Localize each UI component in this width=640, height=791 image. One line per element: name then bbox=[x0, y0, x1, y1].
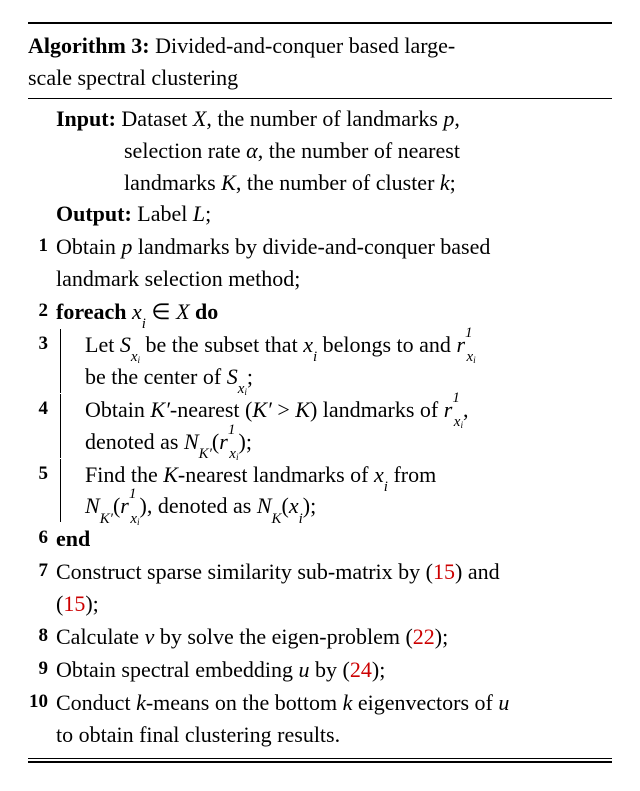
ref-15b: 15 bbox=[63, 591, 85, 616]
input-line1: Input: Dataset X, the number of landmark… bbox=[28, 103, 612, 135]
step-7: 7 Construct sparse similarity sub-matrix… bbox=[28, 556, 612, 620]
ref-24: 24 bbox=[350, 657, 372, 682]
algo-title-1: Divided-and-conquer based large- bbox=[150, 33, 456, 58]
step-5: 5 Find the K-nearest landmarks of xi fro… bbox=[28, 459, 612, 523]
step-1: 1 Obtain p landmarks by divide-and-conqu… bbox=[28, 231, 612, 295]
output-line: Output: Label L; bbox=[28, 198, 612, 230]
step-10: 10 Conduct k-means on the bottom k eigen… bbox=[28, 687, 612, 751]
ref-15a: 15 bbox=[433, 559, 455, 584]
input-line3: landmarks K, the number of cluster k; bbox=[28, 167, 612, 199]
algo-title-2: scale spectral clustering bbox=[28, 65, 238, 90]
step-3: 3 Let Sxi be the subset that xi belongs … bbox=[28, 329, 612, 393]
step-9: 9 Obtain spectral embedding u by (24); bbox=[28, 654, 612, 686]
algorithm-title: Algorithm 3: Divided-and-conquer based l… bbox=[28, 26, 612, 98]
input-line2: selection rate α, the number of nearest bbox=[28, 135, 612, 167]
output-label: Output: bbox=[56, 201, 132, 226]
step-4: 4 Obtain K′-nearest (K′ > K) landmarks o… bbox=[28, 394, 612, 458]
algo-bottom-rule bbox=[28, 761, 612, 763]
input-label: Input: bbox=[56, 106, 116, 131]
algo-bottom-thin bbox=[28, 758, 612, 759]
algo-number-label: Algorithm 3: bbox=[28, 33, 150, 58]
step-2-foreach: 2 foreach xi ∈ X do bbox=[28, 296, 612, 328]
step-8: 8 Calculate v by solve the eigen-problem… bbox=[28, 621, 612, 653]
algo-top-rule bbox=[28, 22, 612, 24]
algorithm-body: Input: Dataset X, the number of landmark… bbox=[28, 99, 612, 758]
step-6-end: 6 end bbox=[28, 523, 612, 555]
ref-22: 22 bbox=[413, 624, 435, 649]
